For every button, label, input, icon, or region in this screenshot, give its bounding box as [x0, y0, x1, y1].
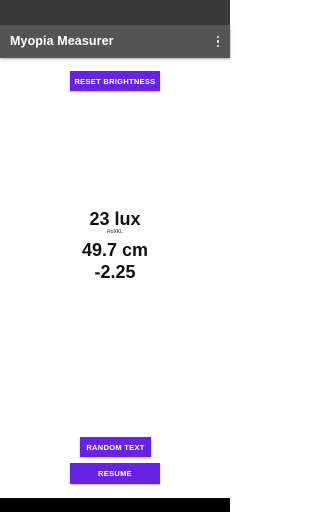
diopter-reading: -2.25: [94, 262, 136, 282]
lux-reading: 23 lux: [89, 209, 141, 229]
menu-dot: [216, 35, 220, 39]
navigation-bar: [0, 498, 230, 512]
reset-brightness-button[interactable]: RESET BRIGHTNESS: [70, 71, 160, 91]
status-bar: [0, 0, 230, 25]
resume-button[interactable]: RESUME: [70, 463, 160, 484]
distance-reading: 49.7 cm: [81, 240, 149, 260]
sample-text: RoXKL: [107, 229, 123, 235]
app-bar: Myopia Measurer: [0, 25, 230, 58]
random-text-button[interactable]: RANDOM TEXT: [80, 437, 151, 457]
app-title: Myopia Measurer: [10, 34, 114, 48]
more-vert-icon[interactable]: [212, 33, 224, 50]
menu-dot: [216, 40, 220, 43]
menu-dot: [216, 44, 220, 48]
